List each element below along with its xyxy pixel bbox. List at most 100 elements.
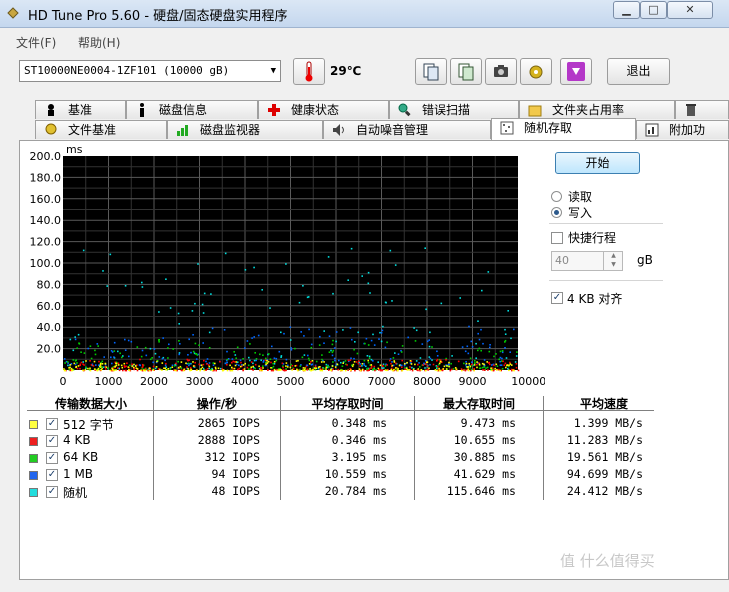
scatter-point — [186, 366, 188, 368]
copy-screenshot-button[interactable] — [450, 58, 482, 85]
scatter-point — [460, 368, 463, 370]
scatter-point — [368, 355, 371, 358]
tab-erase[interactable] — [675, 100, 729, 119]
scatter-point — [206, 358, 209, 360]
scatter-point — [115, 362, 118, 365]
app-icon — [7, 7, 19, 19]
scatter-point — [199, 369, 201, 372]
scatter-point — [302, 369, 304, 372]
scatter-point — [429, 331, 431, 334]
copy-info-button[interactable] — [415, 58, 447, 85]
scatter-point — [330, 349, 332, 352]
scatter-point — [110, 356, 112, 359]
write-radio[interactable] — [551, 207, 562, 218]
camera-icon — [494, 65, 508, 77]
scatter-point — [70, 367, 73, 370]
tab-benchmark[interactable]: 基准 — [35, 100, 126, 119]
scatter-point — [328, 366, 330, 368]
quick-stroke-checkbox[interactable] — [551, 232, 563, 244]
tab-random-access[interactable]: 随机存取 — [491, 118, 636, 140]
scatter-point — [381, 364, 384, 367]
scatter-point — [501, 351, 504, 354]
scatter-point — [192, 350, 195, 353]
scatter-point — [319, 369, 322, 372]
menu-help[interactable]: 帮助(H) — [78, 34, 120, 51]
exit-button[interactable]: 退出 — [607, 58, 670, 85]
tab-folder-usage[interactable]: 文件夹占用率 — [519, 100, 675, 119]
align-4kb-checkbox[interactable]: ✓ — [551, 292, 563, 304]
tab-aam[interactable]: 自动噪音管理 — [323, 120, 491, 139]
quick-stroke-spinner[interactable]: ▲ ▼ — [603, 251, 623, 271]
scatter-point — [77, 365, 80, 367]
screenshot-button[interactable] — [485, 58, 517, 85]
scatter-point — [167, 347, 169, 349]
scatter-point — [426, 365, 429, 367]
temperature-button[interactable] — [293, 58, 325, 85]
scatter-point — [269, 358, 272, 360]
scatter-point — [299, 365, 302, 367]
tab-error-scan[interactable]: 错误扫描 — [389, 100, 519, 119]
scatter-point — [240, 361, 242, 364]
scatter-point — [161, 369, 163, 371]
scatter-point — [474, 360, 476, 362]
tab-extra-tests[interactable]: 附加功 — [636, 120, 729, 139]
scatter-point — [395, 362, 397, 365]
scatter-point — [122, 355, 124, 357]
scatter-point — [272, 362, 274, 365]
scatter-point — [351, 365, 354, 368]
close-button[interactable]: ✕ — [667, 1, 713, 19]
scatter-point — [317, 367, 320, 370]
series-checkbox[interactable]: ✓ — [46, 452, 58, 464]
tab-file-benchmark[interactable]: 文件基准 — [35, 120, 167, 139]
series-checkbox[interactable]: ✓ — [46, 435, 58, 447]
scatter-point — [331, 343, 334, 346]
scatter-point — [197, 263, 199, 265]
table-cell-avg-access: 0.348 ms — [331, 416, 387, 430]
scatter-point — [190, 369, 193, 371]
scatter-point — [212, 364, 215, 366]
scatter-point — [188, 364, 190, 367]
scatter-point — [373, 365, 376, 368]
scatter-point — [130, 340, 133, 343]
minimize-button[interactable]: ▁ — [613, 1, 640, 19]
options-button[interactable] — [520, 58, 552, 85]
tab-aam-label: 自动噪音管理 — [356, 123, 429, 137]
scatter-point — [272, 365, 275, 368]
start-button[interactable]: 开始 — [555, 152, 640, 174]
scatter-point — [214, 362, 216, 365]
scatter-point — [231, 358, 234, 360]
menu-file[interactable]: 文件(F) — [16, 34, 56, 51]
y-tick-label: 180.0 — [30, 171, 62, 184]
scatter-point — [113, 350, 116, 352]
scatter-point — [464, 369, 467, 372]
save-button[interactable] — [560, 58, 592, 85]
series-checkbox[interactable]: ✓ — [46, 418, 58, 430]
tab-disk-monitor-label: 磁盘监视器 — [200, 123, 261, 137]
scatter-point — [384, 369, 387, 371]
series-checkbox[interactable]: ✓ — [46, 486, 58, 498]
tab-disk-info[interactable]: 磁盘信息 — [126, 100, 258, 119]
scatter-point — [299, 368, 301, 371]
series-checkbox[interactable]: ✓ — [46, 469, 58, 481]
scatter-point — [173, 365, 176, 367]
header-avg-access: 平均存取时间 — [311, 397, 384, 411]
tab-disk-monitor[interactable]: 磁盘监视器 — [167, 120, 323, 139]
scatter-point — [209, 368, 212, 371]
scatter-point — [425, 360, 427, 362]
scatter-point — [367, 282, 370, 285]
drive-select[interactable]: ST10000NE0004-1ZF101 (10000 gB) ▼ — [19, 60, 281, 82]
tab-health[interactable]: 健康状态 — [258, 100, 389, 119]
scatter-point — [247, 368, 250, 370]
scatter-point — [481, 366, 484, 369]
scatter-point — [290, 347, 292, 349]
read-radio[interactable] — [551, 191, 562, 202]
monitor-chart-icon — [177, 125, 188, 136]
scatter-point — [445, 359, 447, 361]
scatter-point — [183, 368, 185, 371]
scatter-point — [338, 359, 340, 362]
scatter-point — [478, 363, 481, 366]
table-cell-iops: 94 IOPS — [211, 467, 260, 481]
maximize-button[interactable]: □ — [640, 1, 667, 19]
tab-file-benchmark-label: 文件基准 — [68, 123, 117, 137]
scatter-point — [85, 360, 87, 362]
